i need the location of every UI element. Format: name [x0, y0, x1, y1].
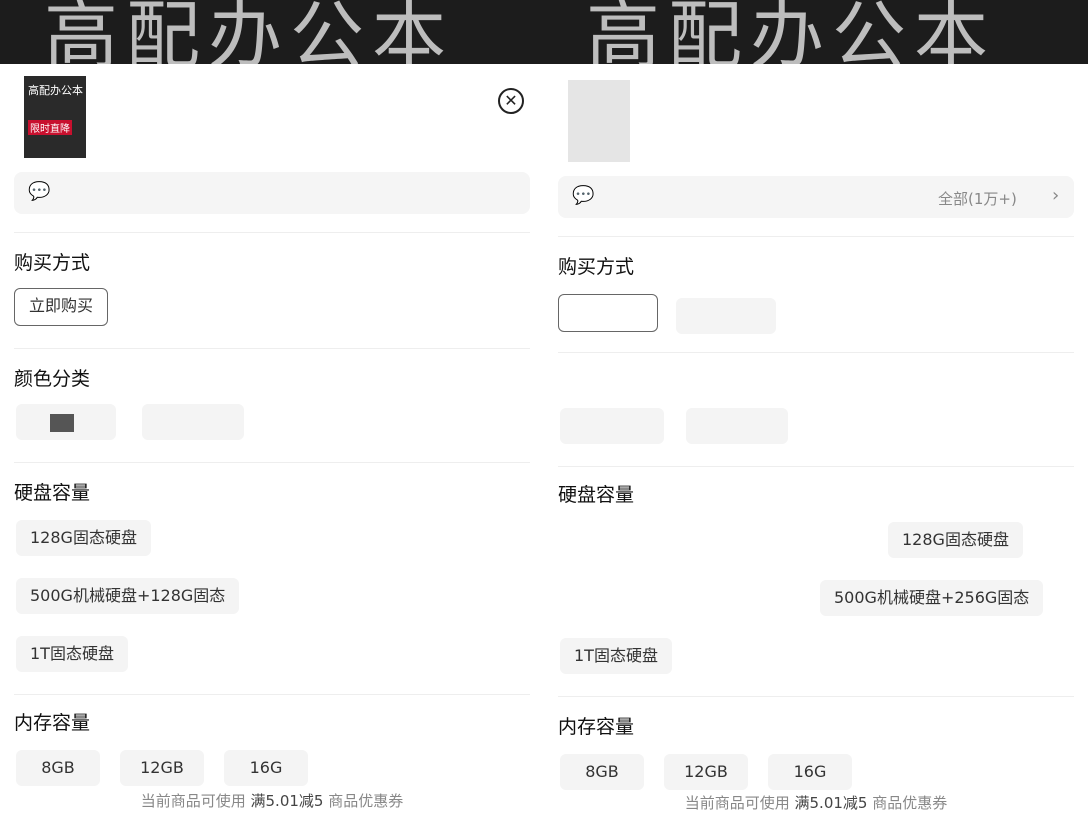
section-title-disk: 硬盘容量	[558, 484, 635, 506]
coupon-note: 当前商品可使用 满5.01减5 商品优惠券	[0, 790, 544, 811]
section-title-memory: 内存容量	[558, 716, 635, 738]
divider	[14, 348, 530, 349]
option-disk-500g-128g[interactable]: 500G机械硬盘+128G固态	[16, 578, 240, 614]
thumbnail-badge: 限时直降	[28, 120, 72, 135]
banner-title: 高配办公本	[586, 0, 996, 64]
option-disk-128g[interactable]: 128G固态硬盘	[888, 522, 1023, 558]
divider	[14, 462, 530, 463]
right-sku-panel: 高配办公本 💬 全部(1万+) › 购买方式 硬盘容量 128G固态硬盘 1T固…	[544, 0, 1088, 820]
section-title-color: 颜色分类	[14, 368, 91, 390]
option-purchase-2[interactable]	[676, 298, 776, 334]
option-mem-16g[interactable]: 16G	[224, 750, 308, 786]
left-sku-panel: 高配办公本 高配办公本 限时直降 ✕ 💬 购买方式 立即购买 颜色分类 硬盘容量…	[0, 0, 544, 820]
option-mem-12gb[interactable]: 12GB	[120, 750, 204, 786]
coupon-suffix: 商品优惠券	[328, 792, 404, 810]
section-title-disk: 硬盘容量	[14, 482, 91, 504]
divider	[558, 696, 1074, 697]
review-bar[interactable]: 💬	[14, 172, 530, 214]
option-disk-500g-256g[interactable]: 500G机械硬盘+256G固态	[820, 580, 1044, 616]
section-title-purchase: 购买方式	[14, 252, 91, 274]
divider	[14, 232, 530, 233]
color-swatch	[50, 413, 74, 432]
review-bar[interactable]: 💬 全部(1万+) ›	[558, 176, 1074, 218]
chat-bubble-icon: 💬	[28, 181, 51, 202]
thumbnail-title: 高配办公本	[28, 84, 83, 97]
option-disk-128g[interactable]: 128G固态硬盘	[16, 520, 151, 556]
coupon-note: 当前商品可使用 满5.01减5 商品优惠券	[544, 792, 1088, 813]
coupon-prefix: 当前商品可使用	[140, 792, 246, 810]
section-title-memory: 内存容量	[14, 712, 91, 734]
option-color-1[interactable]	[16, 404, 116, 440]
divider	[558, 236, 1074, 237]
option-mem-8gb[interactable]: 8GB	[560, 754, 644, 790]
divider	[558, 466, 1074, 467]
option-buy-now[interactable]: 立即购买	[14, 288, 109, 326]
review-all-count: 全部(1万+)	[938, 190, 1017, 208]
divider	[558, 352, 1074, 353]
option-buy-now[interactable]	[558, 294, 658, 332]
coupon-offer: 满5.01减5	[250, 792, 324, 810]
product-banner: 高配办公本	[0, 0, 544, 64]
option-color-2[interactable]	[686, 408, 788, 444]
option-color-2[interactable]	[142, 404, 244, 440]
banner-title: 高配办公本	[44, 0, 454, 64]
coupon-prefix: 当前商品可使用	[684, 794, 790, 812]
chevron-right-icon: ›	[1052, 185, 1060, 206]
chat-bubble-icon: 💬	[572, 185, 595, 206]
option-mem-16g[interactable]: 16G	[768, 754, 852, 790]
divider	[14, 694, 530, 695]
option-disk-1t[interactable]: 1T固态硬盘	[16, 636, 128, 672]
option-color-1[interactable]	[560, 408, 664, 444]
option-mem-12gb[interactable]: 12GB	[664, 754, 748, 790]
option-mem-8gb[interactable]: 8GB	[16, 750, 100, 786]
coupon-suffix: 商品优惠券	[872, 794, 948, 812]
close-icon: ✕	[504, 91, 518, 110]
product-banner: 高配办公本	[544, 0, 1088, 64]
product-thumbnail: 高配办公本 限时直降	[24, 76, 86, 158]
section-title-purchase: 购买方式	[558, 256, 635, 278]
coupon-offer: 满5.01减5	[794, 794, 868, 812]
option-disk-1t[interactable]: 1T固态硬盘	[560, 638, 672, 674]
product-thumbnail	[568, 80, 630, 162]
close-button[interactable]: ✕	[498, 88, 524, 114]
